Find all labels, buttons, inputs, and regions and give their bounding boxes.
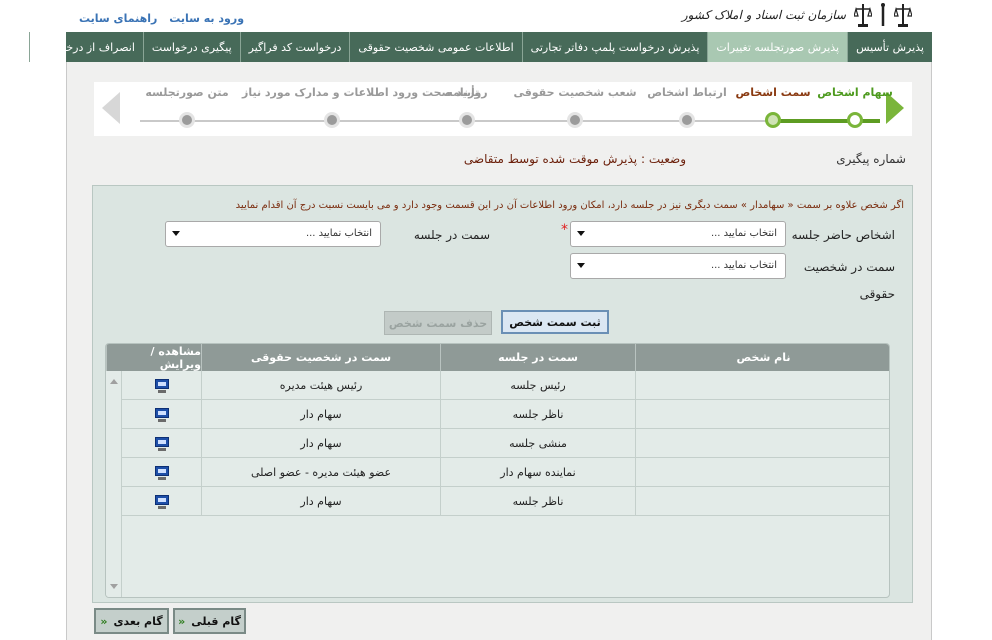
cell-legal-role: عضو هیئت مدیره - عضو اصلی — [201, 458, 440, 487]
help-link[interactable]: راهنمای سایت — [79, 12, 157, 25]
cell-meeting-role: رئیس جلسه — [440, 371, 635, 400]
site-header: ورود به سایت راهنمای سایت سازمان ثبت اسن… — [66, 0, 932, 32]
top-menu: پذیرش تأسیس پذیرش صورتجلسه تغییرات پذیرش… — [28, 32, 932, 62]
monitor-edit-icon[interactable] — [154, 436, 170, 451]
scroll-down-icon[interactable] — [110, 584, 118, 589]
meeting-role-value: انتخاب نمایید ... — [305, 228, 372, 239]
menu-item-ledger-seal[interactable]: پذیرش درخواست پلمپ دفاتر تجارتی — [521, 32, 708, 62]
meeting-role-select[interactable]: انتخاب نمایید ... — [165, 221, 381, 247]
cell-edit — [122, 458, 201, 487]
cell-meeting-role: ناظر جلسه — [440, 400, 635, 429]
double-chevron-left-icon: « — [100, 614, 108, 628]
monitor-edit-icon[interactable] — [154, 378, 170, 393]
table-row[interactable]: منشی جلسه سهام دار — [106, 429, 889, 458]
cell-name — [635, 429, 889, 458]
chevron-down-icon — [172, 231, 180, 236]
cell-edit — [122, 487, 201, 516]
table-row[interactable]: نماینده سهام دار عضو هیئت مدیره - عضو اص… — [106, 458, 889, 487]
column-header-legal-role[interactable]: سمت در شخصیت حقوقی — [201, 344, 440, 371]
chevron-down-icon — [577, 263, 585, 268]
column-header-name[interactable]: نام شخص — [635, 344, 889, 371]
legal-role-select[interactable]: انتخاب نمایید ... — [570, 253, 786, 279]
roles-table: نام شخص سمت در جلسه سمت در شخصیت حقوقی م… — [105, 343, 890, 598]
wizard-step-dot — [324, 112, 340, 128]
site-logo: سازمان ثبت اسناد و املاک کشور — [682, 0, 912, 30]
menu-item-track-request[interactable]: پیگیری درخواست — [142, 32, 240, 62]
scales-of-justice-icon — [894, 4, 912, 27]
cell-edit — [122, 371, 201, 400]
status-row: شماره پیگیری وضعیت : پذیرش موقت شده توسط… — [94, 152, 912, 170]
monitor-edit-icon[interactable] — [154, 465, 170, 480]
present-persons-value: انتخاب نمایید ... — [710, 228, 777, 239]
wizard-step-dot — [679, 112, 695, 128]
roles-panel: اگر شخص علاوه بر سمت « سهامدار » سمت دیگ… — [92, 185, 913, 603]
scroll-up-icon[interactable] — [110, 379, 118, 384]
table-row[interactable]: ناظر جلسه سهام دار — [106, 400, 889, 429]
header-links: ورود به سایت راهنمای سایت — [71, 12, 244, 25]
menu-item-establishment[interactable]: پذیرش تأسیس — [847, 32, 932, 62]
previous-step-button[interactable]: گام قبلی « — [173, 608, 246, 634]
present-persons-select[interactable]: انتخاب نمایید ... — [570, 221, 786, 247]
menu-item-legal-entity-info[interactable]: اطلاعات عمومی شخصیت حقوقی — [349, 32, 521, 62]
table-row[interactable]: ناظر جلسه سهام دار — [106, 487, 889, 516]
wizard-steps: سهام اشخاص سمت اشخاص ارتباط اشخاص شعب شخ… — [94, 82, 912, 136]
column-header-view-edit: مشاهده / ویرایش — [106, 344, 201, 371]
menu-item-change-minutes[interactable]: پذیرش صورتجلسه تغییرات — [707, 32, 848, 62]
table-body: رئیس جلسه رئیس هیئت مدیره ناظر جلسه سهام… — [106, 371, 889, 516]
table-header: نام شخص سمت در جلسه سمت در شخصیت حقوقی م… — [106, 344, 889, 371]
menu-item-universal-code[interactable]: درخواست کد فراگیر — [239, 32, 350, 62]
double-chevron-left-icon: « — [178, 614, 186, 628]
previous-step-label: گام قبلی — [191, 614, 241, 628]
wizard-step-label: متن صورتجلسه — [145, 86, 229, 99]
delete-role-button[interactable]: حذف سمت شخص — [384, 311, 492, 335]
meeting-role-label: سمت در جلسه — [413, 228, 490, 242]
scales-of-justice-icon — [854, 4, 872, 27]
page: ورود به سایت راهنمای سایت سازمان ثبت اسن… — [0, 0, 992, 640]
table-scrollbar[interactable] — [106, 371, 122, 597]
chevron-down-icon — [577, 231, 585, 236]
pen-icon — [881, 3, 885, 26]
cell-name — [635, 400, 889, 429]
menu-item-cancel-request[interactable]: انصراف از درخواست — [28, 32, 143, 62]
info-note: اگر شخص علاوه بر سمت « سهامدار » سمت دیگ… — [235, 200, 904, 211]
monitor-edit-icon[interactable] — [154, 494, 170, 509]
cell-legal-role: سهام دار — [201, 487, 440, 516]
column-header-meeting-role[interactable]: سمت در جلسه — [440, 344, 635, 371]
wizard-step-dot — [179, 112, 195, 128]
monitor-edit-icon[interactable] — [154, 407, 170, 422]
cell-legal-role: سهام دار — [201, 400, 440, 429]
wizard-step-dot — [459, 112, 475, 128]
status-text: وضعیت : پذیرش موقت شده توسط متقاضی — [463, 152, 686, 166]
wizard-step-dot — [567, 112, 583, 128]
cell-name — [635, 487, 889, 516]
login-link[interactable]: ورود به سایت — [169, 12, 244, 25]
present-persons-label: اشخاص حاضر جلسه — [791, 228, 895, 242]
submit-role-button[interactable]: ثبت سمت شخص — [501, 310, 609, 334]
table-row[interactable]: رئیس جلسه رئیس هیئت مدیره — [106, 371, 889, 400]
required-mark: * — [561, 222, 568, 238]
legal-role-label-cont: حقوقی — [859, 287, 895, 301]
wizard-step-minutes-text[interactable]: متن صورتجلسه — [97, 86, 277, 128]
cell-meeting-role: ناظر جلسه — [440, 487, 635, 516]
cell-name — [635, 371, 889, 400]
next-step-button[interactable]: گام بعدی « — [94, 608, 169, 634]
cell-name — [635, 458, 889, 487]
cell-legal-role: رئیس هیئت مدیره — [201, 371, 440, 400]
tracking-number-label: شماره پیگیری — [836, 152, 906, 166]
cell-edit — [122, 429, 201, 458]
cell-meeting-role: منشی جلسه — [440, 429, 635, 458]
legal-role-value: انتخاب نمایید ... — [710, 260, 777, 271]
cell-edit — [122, 400, 201, 429]
cell-legal-role: سهام دار — [201, 429, 440, 458]
cell-meeting-role: نماینده سهام دار — [440, 458, 635, 487]
legal-role-label: سمت در شخصیت — [803, 260, 895, 274]
next-step-label: گام بعدی — [113, 614, 163, 628]
logo-text: سازمان ثبت اسناد و املاک کشور — [681, 8, 846, 22]
